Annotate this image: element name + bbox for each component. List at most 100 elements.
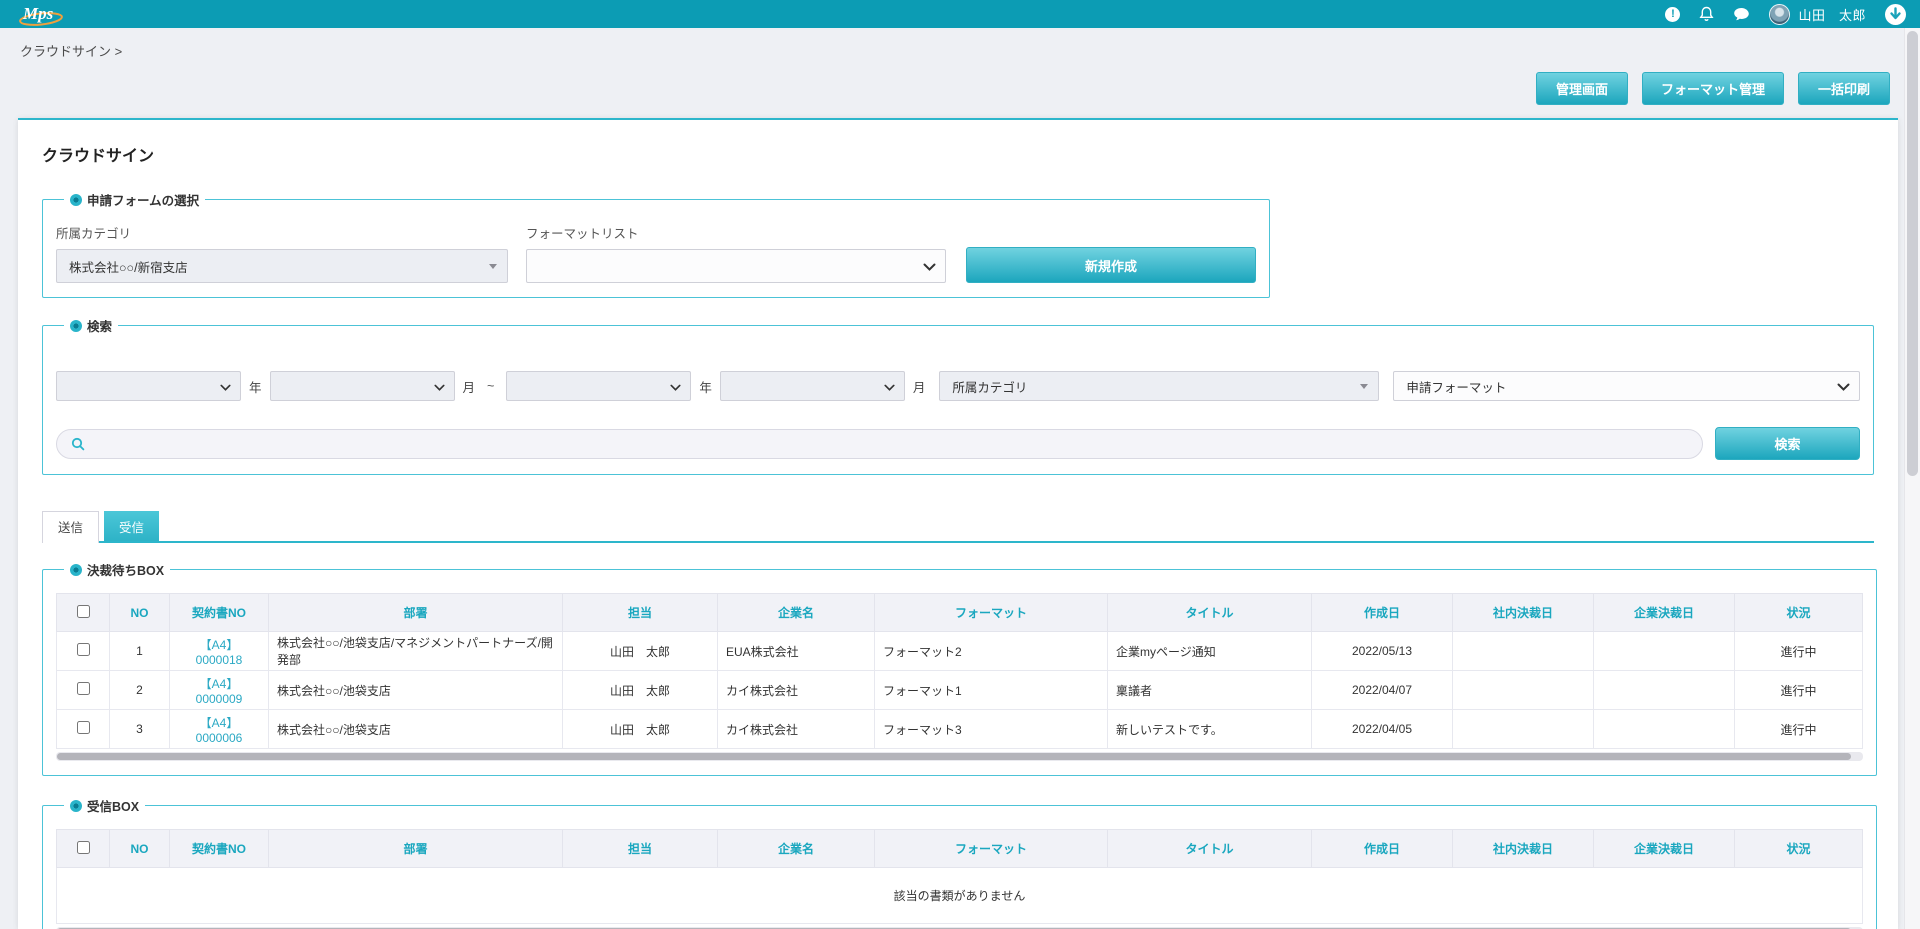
column-header-status: 状況 xyxy=(1735,830,1863,868)
select-all-checkbox[interactable] xyxy=(77,841,90,854)
month-label: 月 xyxy=(913,377,926,396)
column-header-corporate_decision: 企業決裁日 xyxy=(1594,594,1735,632)
bell-icon[interactable] xyxy=(1699,6,1714,22)
table-row: 2【A4】0000009株式会社○○/池袋支店山田 太郎カイ株式会社フォーマット… xyxy=(57,671,1863,710)
dropdown-arrow-icon xyxy=(489,264,497,269)
cell-no: 1 xyxy=(110,632,170,671)
inbox-legend: 受信BOX xyxy=(64,796,145,815)
from-year-select[interactable] xyxy=(56,371,241,401)
column-header-internal_decision: 社内決裁日 xyxy=(1453,830,1594,868)
empty-row: 該当の書類がありません xyxy=(57,868,1863,924)
form-select-section: 申請フォームの選択 所属カテゴリ 株式会社○○/新宿支店 フォーマットリスト xyxy=(42,190,1270,298)
avatar[interactable] xyxy=(1769,4,1790,25)
search-category-select[interactable]: 所属カテゴリ xyxy=(939,371,1379,401)
table-row: 3【A4】0000006株式会社○○/池袋支店山田 太郎カイ株式会社フォーマット… xyxy=(57,710,1863,749)
table-header-row: NO契約書NO部署担当企業名フォーマットタイトル作成日社内決裁日企業決裁日状況 xyxy=(57,830,1863,868)
cell-no: 3 xyxy=(110,710,170,749)
pending-box-section: 決裁待ちBOX NO契約書NO部署担当企業名フォーマットタイトル作成日社内決裁日… xyxy=(42,560,1877,776)
category-label: 所属カテゴリ xyxy=(56,223,508,242)
to-year-select[interactable] xyxy=(506,371,691,401)
page-scrollbar-thumb[interactable] xyxy=(1907,31,1918,476)
empty-message: 該当の書類がありません xyxy=(57,868,1863,924)
cell-company: カイ株式会社 xyxy=(718,671,875,710)
column-header-format: フォーマット xyxy=(875,830,1108,868)
column-header-department: 部署 xyxy=(269,594,563,632)
table-row: 1【A4】0000018株式会社○○/池袋支店/マネジメントパートナーズ/開発部… xyxy=(57,632,1863,671)
column-header-title: タイトル xyxy=(1108,830,1312,868)
column-header-no: NO xyxy=(110,830,170,868)
search-section: 検索 年 月 ~ 年 xyxy=(42,316,1874,475)
format-list-label: フォーマットリスト xyxy=(526,223,946,242)
create-new-button[interactable]: 新規作成 xyxy=(966,247,1256,283)
search-button[interactable]: 検索 xyxy=(1715,427,1860,460)
top-header: Mps ! 山田 太郎 xyxy=(0,0,1920,28)
contract-link[interactable]: 【A4】0000018 xyxy=(196,638,243,667)
cell-internal_decision xyxy=(1453,710,1594,749)
cell-corporate_decision xyxy=(1594,632,1735,671)
notice-icon[interactable]: ! xyxy=(1665,7,1680,22)
keyword-search-box[interactable] xyxy=(56,429,1703,459)
column-header-format: フォーマット xyxy=(875,594,1108,632)
section-dot-icon xyxy=(70,194,82,206)
breadcrumb-row: クラウドサイン > xyxy=(0,28,1920,60)
to-month-select[interactable] xyxy=(720,371,905,401)
cell-format: フォーマット1 xyxy=(875,671,1108,710)
page-scrollbar[interactable] xyxy=(1904,28,1920,929)
chevron-down-icon xyxy=(670,381,681,395)
cell-internal_decision xyxy=(1453,671,1594,710)
column-header-created: 作成日 xyxy=(1312,830,1453,868)
chat-icon[interactable] xyxy=(1733,7,1750,22)
main-card: クラウドサイン 申請フォームの選択 所属カテゴリ 株式会社○○/新宿支店 フォー… xyxy=(18,118,1898,929)
cell-title: 新しいテストです。 xyxy=(1108,710,1312,749)
column-header-corporate_decision: 企業決裁日 xyxy=(1594,830,1735,868)
format-list-select[interactable] xyxy=(526,249,946,283)
column-header-company: 企業名 xyxy=(718,594,875,632)
month-label: 月 xyxy=(463,377,476,396)
cell-status: 進行中 xyxy=(1735,710,1863,749)
keyword-input[interactable] xyxy=(93,437,1688,451)
contract-link[interactable]: 【A4】0000006 xyxy=(196,716,243,745)
section-dot-icon xyxy=(70,800,82,812)
cell-status: 進行中 xyxy=(1735,671,1863,710)
pending-box-legend: 決裁待ちBOX xyxy=(64,560,170,579)
column-header-person: 担当 xyxy=(563,830,718,868)
format-management-button[interactable]: フォーマット管理 xyxy=(1642,72,1784,105)
svg-text:Mps: Mps xyxy=(22,4,54,23)
category-select[interactable]: 株式会社○○/新宿支店 xyxy=(56,249,508,283)
column-header-contract_no: 契約書NO xyxy=(170,594,269,632)
year-label: 年 xyxy=(249,377,262,396)
admin-screen-button[interactable]: 管理画面 xyxy=(1536,72,1628,105)
row-checkbox[interactable] xyxy=(77,643,90,656)
tab-receive[interactable]: 受信 xyxy=(104,511,159,541)
column-header-no: NO xyxy=(110,594,170,632)
scrollbar-thumb[interactable] xyxy=(57,753,1851,760)
form-select-legend: 申請フォームの選択 xyxy=(64,190,205,209)
chevron-down-icon xyxy=(884,381,895,395)
actions-row: 管理画面 フォーマット管理 一括印刷 xyxy=(0,60,1920,105)
search-format-select[interactable]: 申請フォーマット xyxy=(1393,371,1860,401)
horizontal-scrollbar[interactable] xyxy=(56,752,1863,761)
cell-contract_no: 【A4】0000009 xyxy=(170,671,269,710)
column-header-created: 作成日 xyxy=(1312,594,1453,632)
contract-link[interactable]: 【A4】0000009 xyxy=(196,677,243,706)
cell-department: 株式会社○○/池袋支店 xyxy=(269,710,563,749)
range-separator: ~ xyxy=(487,379,494,393)
cell-created: 2022/04/07 xyxy=(1312,671,1453,710)
app-logo[interactable]: Mps xyxy=(14,0,70,28)
section-dot-icon xyxy=(70,564,82,576)
search-icon xyxy=(71,437,85,451)
batch-print-button[interactable]: 一括印刷 xyxy=(1798,72,1890,105)
tab-send[interactable]: 送信 xyxy=(42,511,99,543)
logout-icon[interactable] xyxy=(1885,4,1906,25)
from-month-select[interactable] xyxy=(270,371,455,401)
cell-person: 山田 太郎 xyxy=(563,632,718,671)
select-all-checkbox[interactable] xyxy=(77,605,90,618)
breadcrumb[interactable]: クラウドサイン > xyxy=(20,44,122,59)
cell-format: フォーマット3 xyxy=(875,710,1108,749)
row-checkbox[interactable] xyxy=(77,721,90,734)
year-label: 年 xyxy=(699,377,712,396)
row-checkbox[interactable] xyxy=(77,682,90,695)
app-window: Mps ! 山田 太郎 クラウドサイン > 管理画面 フォーマット管理 一括印刷 xyxy=(0,0,1920,929)
cell-company: カイ株式会社 xyxy=(718,710,875,749)
chevron-down-icon xyxy=(923,261,936,275)
